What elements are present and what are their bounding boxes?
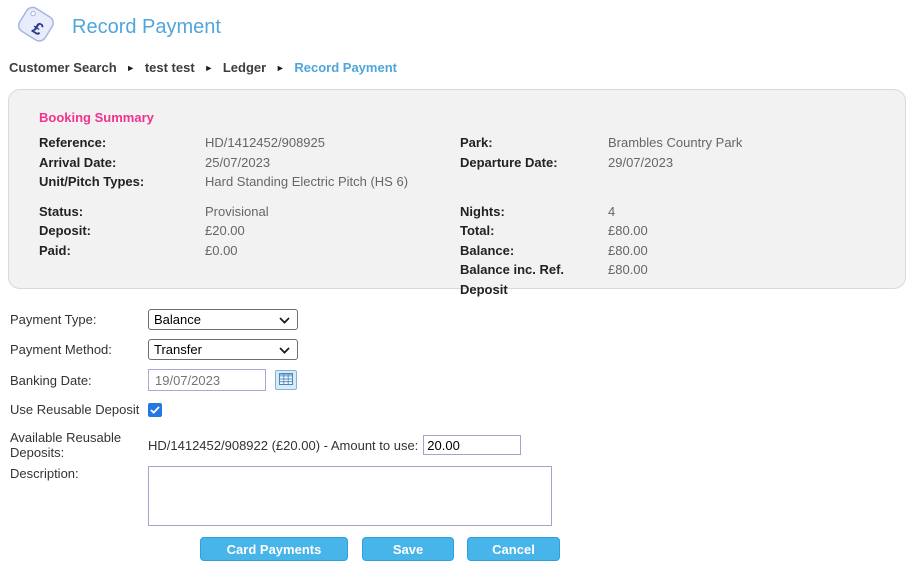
breadcrumb-separator-icon: ►: [126, 63, 135, 73]
deposit-value: £20.00: [205, 221, 460, 241]
price-tag-icon: £: [12, 5, 60, 49]
description-textarea[interactable]: [148, 466, 552, 526]
departure-date-label: Departure Date:: [460, 153, 608, 173]
breadcrumb-customer-name[interactable]: test test: [145, 60, 195, 75]
paid-value: £0.00: [205, 241, 460, 261]
available-reusable-deposits-label: Available Reusable Deposits:: [10, 430, 148, 460]
departure-date-value: 29/07/2023: [608, 153, 885, 173]
breadcrumb-separator-icon: ►: [204, 63, 213, 73]
date-picker-button[interactable]: [275, 370, 297, 390]
cancel-button[interactable]: Cancel: [467, 537, 560, 561]
payment-form: Payment Type: Balance Payment Method: Tr…: [0, 309, 914, 561]
save-button[interactable]: Save: [362, 537, 454, 561]
booking-summary-grid: Reference: HD/1412452/908925 Park: Bramb…: [39, 133, 885, 299]
payment-type-label: Payment Type:: [10, 312, 148, 327]
payment-type-select[interactable]: Balance: [148, 309, 298, 330]
reference-label: Reference:: [39, 133, 205, 153]
page-title: Record Payment: [72, 16, 221, 39]
breadcrumb: Customer Search ► test test ► Ledger ► R…: [0, 48, 914, 75]
balance-label: Balance:: [460, 241, 608, 261]
banking-date-label: Banking Date:: [10, 373, 148, 388]
status-label: Status:: [39, 202, 205, 222]
card-payments-button[interactable]: Card Payments: [200, 537, 348, 561]
payment-method-select[interactable]: Transfer: [148, 339, 298, 360]
status-value: Provisional: [205, 202, 460, 222]
reference-value: HD/1412452/908925: [205, 133, 460, 153]
nights-label: Nights:: [460, 202, 608, 222]
paid-label: Paid:: [39, 241, 205, 261]
use-reusable-deposit-checkbox[interactable]: [148, 403, 162, 417]
chevron-down-icon: [279, 342, 290, 357]
use-reusable-deposit-label: Use Reusable Deposit: [10, 402, 148, 417]
page-header: £ Record Payment: [0, 0, 914, 48]
total-label: Total:: [460, 221, 608, 241]
breadcrumb-separator-icon: ►: [276, 63, 285, 73]
breadcrumb-ledger[interactable]: Ledger: [223, 60, 266, 75]
banking-date-input[interactable]: [148, 369, 266, 391]
unit-pitch-types-value: Hard Standing Electric Pitch (HS 6): [205, 172, 460, 192]
park-value: Brambles Country Park: [608, 133, 885, 153]
total-value: £80.00: [608, 221, 885, 241]
payment-method-label: Payment Method:: [10, 342, 148, 357]
payment-type-selected-value: Balance: [154, 312, 201, 327]
calendar-icon: [279, 373, 293, 388]
chevron-down-icon: [279, 312, 290, 327]
balance-value: £80.00: [608, 241, 885, 261]
arrival-date-value: 25/07/2023: [205, 153, 460, 173]
booking-summary-panel: Booking Summary Reference: HD/1412452/90…: [8, 89, 906, 289]
breadcrumb-customer-search[interactable]: Customer Search: [9, 60, 117, 75]
balance-inc-ref-deposit-label: Balance inc. Ref. Deposit: [460, 260, 608, 299]
breadcrumb-record-payment: Record Payment: [294, 60, 397, 75]
reusable-deposit-text: HD/1412452/908922 (£20.00) - Amount to u…: [148, 438, 418, 453]
amount-to-use-input[interactable]: [423, 435, 521, 455]
form-actions: Card Payments Save Cancel: [200, 537, 914, 561]
payment-method-selected-value: Transfer: [154, 342, 202, 357]
booking-summary-title: Booking Summary: [39, 110, 885, 125]
description-label: Description:: [10, 466, 148, 481]
nights-value: 4: [608, 202, 885, 222]
balance-inc-ref-deposit-value: £80.00: [608, 260, 885, 299]
checkmark-icon: [150, 402, 160, 417]
park-label: Park:: [460, 133, 608, 153]
deposit-label: Deposit:: [39, 221, 205, 241]
reusable-deposit-row: HD/1412452/908922 (£20.00) - Amount to u…: [148, 435, 521, 455]
unit-pitch-types-label: Unit/Pitch Types:: [39, 172, 205, 192]
arrival-date-label: Arrival Date:: [39, 153, 205, 173]
